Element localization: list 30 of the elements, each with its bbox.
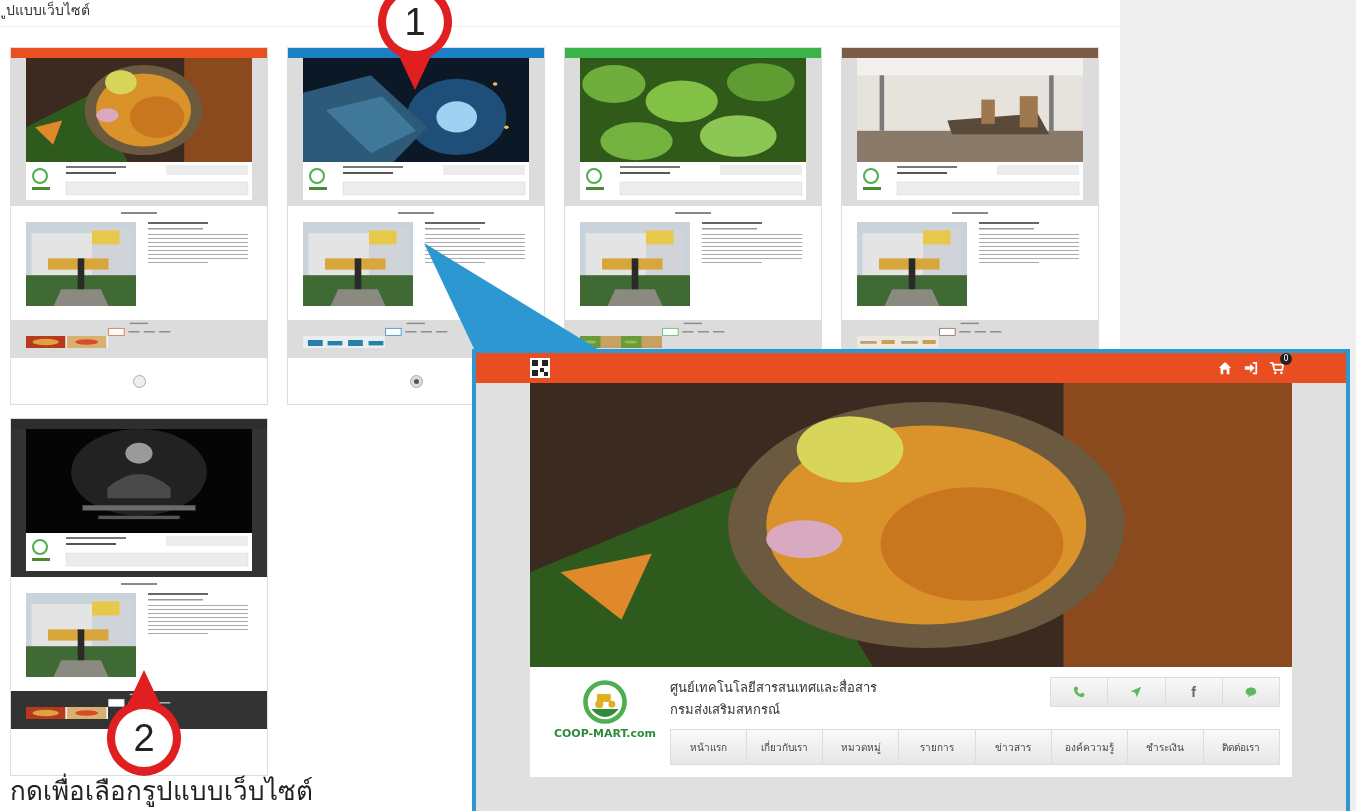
radio-button[interactable] <box>132 374 146 388</box>
organization-subname: กรมส่งเสริมสหกรณ์ <box>670 701 781 719</box>
nav-button[interactable]: ติดต่อเรา <box>1203 730 1279 764</box>
nav-button[interactable]: ชำระเงิน <box>1127 730 1204 764</box>
product-tabs-drawing <box>938 322 1002 336</box>
tractor-logo-icon <box>582 679 628 725</box>
qr-code-icon <box>530 358 550 378</box>
product-tabs-drawing <box>384 322 448 336</box>
navigation-arrow-icon <box>1130 686 1143 698</box>
product-tabs-drawing <box>661 322 725 336</box>
nav-button[interactable]: ข่าวสาร <box>975 730 1052 764</box>
template-card[interactable] <box>10 47 268 405</box>
nav-button[interactable]: องค์ความรู้ <box>1051 730 1128 764</box>
nav-button[interactable]: รายการ <box>899 730 976 764</box>
number-marker: 2 <box>104 668 184 778</box>
nav-button[interactable]: หมวดหมู่ <box>823 730 900 764</box>
social-button[interactable]: f <box>1165 678 1223 706</box>
cart-icon[interactable] <box>1270 361 1284 375</box>
radio-button[interactable] <box>409 374 423 388</box>
speech-bubble-icon <box>1244 686 1257 698</box>
home-icon[interactable] <box>1218 361 1232 375</box>
nav-button[interactable]: หน้าแรก <box>671 730 748 764</box>
logo-text: COOP-MART.com <box>553 727 657 740</box>
organization-name: ศูนย์เทคโนโลยีสารสนเทศและสื่อสาร <box>670 678 878 698</box>
login-icon[interactable] <box>1244 361 1258 375</box>
cart-count-badge: 0 <box>1280 353 1292 365</box>
nav-button[interactable]: เกี่ยวกับเรา <box>747 730 824 764</box>
product-tabs-drawing <box>107 322 171 336</box>
number-marker: 1 <box>375 0 455 92</box>
phone-icon <box>1073 686 1086 698</box>
